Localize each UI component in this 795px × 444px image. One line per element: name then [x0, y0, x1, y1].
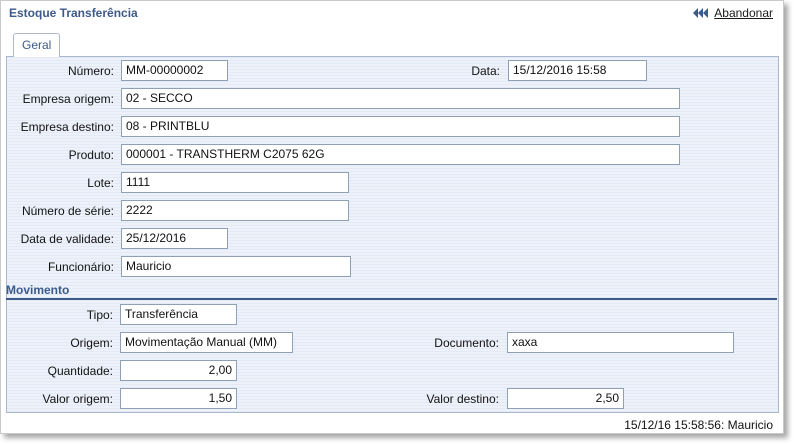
quantidade-label: Quantidade:	[47, 364, 113, 378]
produto-label: Produto:	[68, 148, 114, 162]
origem-field[interactable]: Movimentação Manual (MM)	[120, 332, 293, 353]
funcionario-field[interactable]: Mauricio	[121, 256, 351, 277]
tipo-field[interactable]: Transferência	[120, 304, 237, 325]
empresa-origem-field[interactable]: 02 - SECCO	[121, 88, 680, 109]
empresa-destino-label: Empresa destino:	[20, 120, 114, 134]
empresa-destino-field[interactable]: 08 - PRINTBLU	[121, 116, 680, 137]
valor-origem-field[interactable]: 1,50	[120, 388, 237, 409]
numero-serie-label: Número de série:	[21, 204, 114, 218]
quantidade-field[interactable]: 2,00	[120, 360, 237, 381]
data-validade-label: Data de validade:	[20, 232, 114, 246]
numero-serie-field[interactable]: 2222	[121, 200, 349, 221]
empresa-origem-label: Empresa origem:	[22, 92, 114, 106]
numero-label: Número:	[67, 64, 114, 78]
section-divider	[6, 298, 777, 300]
produto-field[interactable]: 000001 - TRANSTHERM C2075 62G	[121, 144, 680, 165]
valor-destino-label: Valor destino:	[426, 392, 500, 406]
lote-label: Lote:	[87, 176, 114, 190]
status-footer: 15/12/16 15:58:56: Mauricio	[624, 418, 773, 432]
documento-label: Documento:	[434, 336, 499, 350]
documento-field[interactable]: xaxa	[507, 332, 734, 353]
abandon-link[interactable]: Abandonar	[692, 6, 773, 20]
funcionario-label: Funcionário:	[47, 260, 114, 274]
data-field[interactable]: 15/12/2016 15:58	[508, 60, 647, 81]
data-label: Data:	[471, 64, 500, 78]
valor-origem-label: Valor origem:	[42, 392, 113, 406]
page-title: Estoque Transferência	[9, 6, 138, 20]
tab-geral[interactable]: Geral	[13, 33, 61, 57]
transfer-window: Estoque Transferência Abandonar Geral Nú…	[0, 0, 784, 434]
data-validade-field[interactable]: 25/12/2016	[121, 228, 228, 249]
numero-field[interactable]: MM-00000002	[121, 60, 228, 81]
tipo-label: Tipo:	[86, 308, 113, 322]
movimento-section-title: Movimento	[6, 283, 70, 297]
valor-destino-field[interactable]: 2,50	[507, 388, 624, 409]
origem-label: Origem:	[70, 336, 113, 350]
lote-field[interactable]: 1111	[121, 172, 349, 193]
abandon-label[interactable]: Abandonar	[714, 6, 773, 20]
double-rewind-icon	[692, 7, 710, 19]
